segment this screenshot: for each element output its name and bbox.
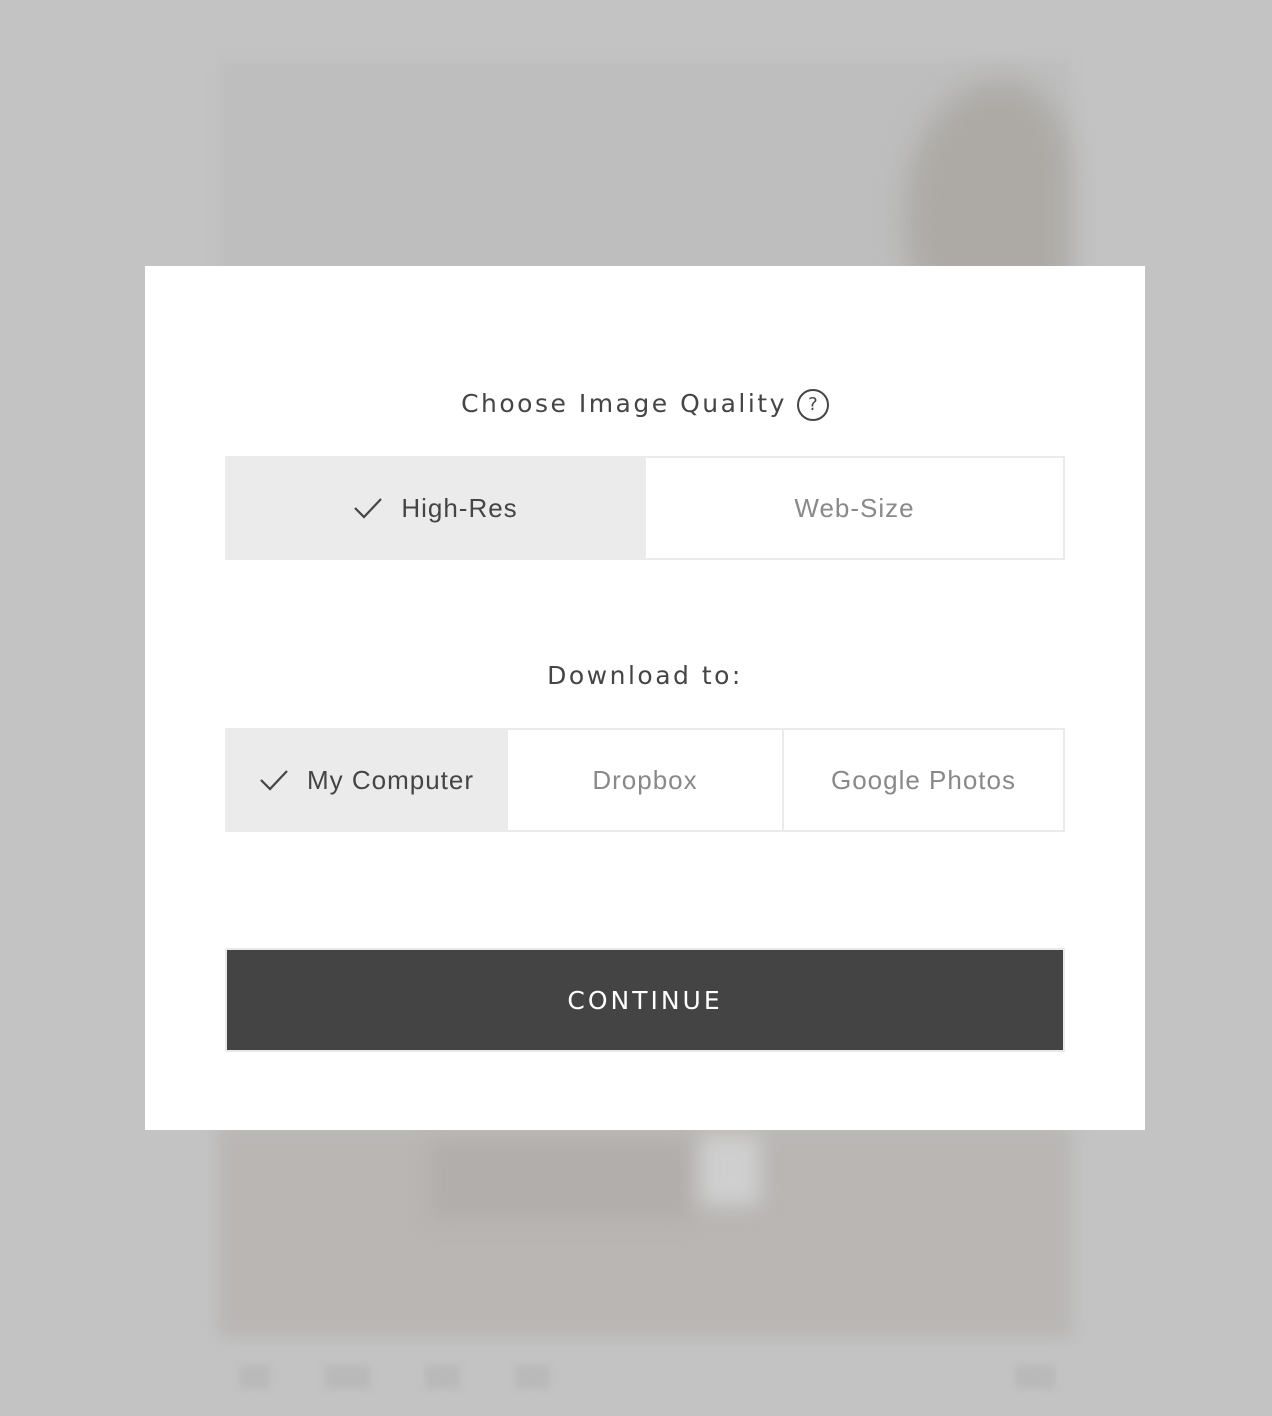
background-thumbnail bbox=[325, 1365, 370, 1389]
image-quality-heading: Choose Image Quality? bbox=[145, 389, 1145, 421]
download-destination-selector: My Computer Dropbox Google Photos bbox=[225, 728, 1065, 832]
option-my-computer-label: My Computer bbox=[306, 764, 475, 795]
option-high-res-label: High-Res bbox=[401, 492, 518, 523]
background-thumbnail bbox=[425, 1365, 460, 1389]
option-dropbox-label: Dropbox bbox=[592, 764, 698, 795]
option-my-computer[interactable]: My Computer bbox=[225, 728, 508, 832]
option-web-size[interactable]: Web-Size bbox=[646, 456, 1065, 560]
background-thumbnail bbox=[240, 1365, 270, 1389]
download-destination-title: Download to: bbox=[547, 661, 743, 690]
option-google-photos[interactable]: Google Photos bbox=[784, 728, 1065, 832]
image-quality-selector: High-Res Web-Size bbox=[225, 456, 1065, 560]
option-dropbox[interactable]: Dropbox bbox=[508, 728, 784, 832]
continue-button-label: CONTINUE bbox=[567, 985, 723, 1015]
option-google-photos-label: Google Photos bbox=[830, 764, 1016, 795]
continue-button[interactable]: CONTINUE bbox=[225, 948, 1065, 1052]
background-thumbnail bbox=[1015, 1365, 1055, 1389]
image-quality-title: Choose Image Quality bbox=[461, 389, 787, 418]
background-highlight bbox=[700, 1135, 760, 1205]
download-dialog: Choose Image Quality? High-Res Web-Size … bbox=[145, 266, 1145, 1130]
question-circle-icon[interactable]: ? bbox=[796, 389, 829, 421]
background-shade bbox=[430, 1140, 690, 1220]
checkmark-icon bbox=[354, 498, 383, 519]
checkmark-icon bbox=[260, 770, 288, 791]
background-thumbnail bbox=[515, 1365, 550, 1389]
option-high-res[interactable]: High-Res bbox=[225, 456, 646, 560]
option-web-size-label: Web-Size bbox=[794, 492, 915, 523]
